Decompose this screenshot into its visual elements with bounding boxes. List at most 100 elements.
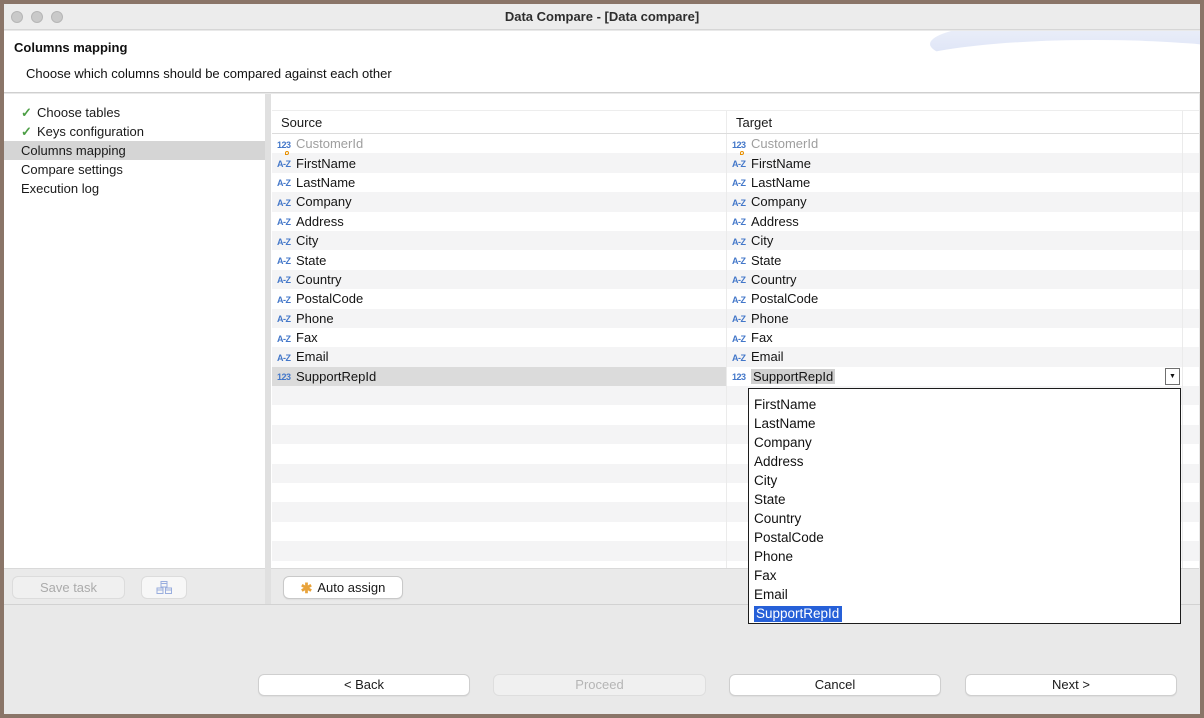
source-cell[interactable]: A-Z Country [272, 270, 727, 289]
mapping-row[interactable]: A-Z Phone A-Z Phone [272, 309, 1199, 328]
dropdown-item-country[interactable]: Country [749, 509, 1180, 528]
target-column-name: CustomerId [751, 136, 818, 151]
type-icon: A-Z [277, 212, 296, 230]
type-icon: A-Z [732, 270, 751, 288]
wizard-header: Columns mapping Choose which columns sho… [4, 31, 1200, 93]
combo-dropdown-button[interactable]: ▼ [1165, 368, 1180, 385]
back-button[interactable]: < Back [258, 674, 470, 696]
target-cell[interactable]: A-Z Company [727, 192, 1183, 211]
wizard-step-keys-configuration[interactable]: ✓ Keys configuration [4, 122, 265, 141]
dropdown-item-city[interactable]: City [749, 471, 1180, 490]
target-cell[interactable]: A-Z State [727, 250, 1183, 269]
target-column-name: SupportRepId [751, 369, 835, 384]
source-cell[interactable]: A-Z FirstName [272, 153, 727, 172]
target-cell[interactable]: A-Z LastName [727, 173, 1183, 192]
task-variables-button[interactable] [141, 576, 187, 599]
save-task-button[interactable]: Save task [12, 576, 125, 599]
source-cell[interactable]: A-Z State [272, 250, 727, 269]
wizard-step-choose-tables[interactable]: ✓ Choose tables [4, 103, 265, 122]
wizard-step-execution-log[interactable]: Execution log [4, 179, 265, 198]
source-cell[interactable]: 123 SupportRepId [272, 367, 727, 386]
filler-cell [1183, 134, 1199, 153]
source-cell[interactable]: A-Z City [272, 231, 727, 250]
dropdown-item-company[interactable]: Company [749, 433, 1180, 452]
type-icon: A-Z [732, 232, 751, 250]
mapping-row[interactable]: A-Z Fax A-Z Fax [272, 328, 1199, 347]
target-cell[interactable]: A-Z Phone [727, 309, 1183, 328]
target-column-name: LastName [751, 175, 810, 190]
mapping-row[interactable]: A-Z City A-Z City [272, 231, 1199, 250]
task-actions-bar: Save task [4, 568, 265, 604]
target-cell[interactable]: A-Z Country [727, 270, 1183, 289]
source-cell[interactable]: A-Z LastName [272, 173, 727, 192]
dropdown-item-fax[interactable]: Fax [749, 566, 1180, 585]
dropdown-item-lastname[interactable]: LastName [749, 414, 1180, 433]
dropdown-item-state[interactable]: State [749, 490, 1180, 509]
source-cell[interactable]: A-Z Address [272, 212, 727, 231]
minimize-window-button[interactable] [31, 11, 43, 23]
target-column-name: FirstName [751, 156, 811, 171]
wizard-steps: ✓ Choose tables ✓ Keys configuration Col… [4, 103, 265, 198]
type-icon: A-Z [732, 251, 751, 269]
dropdown-item-postalcode[interactable]: PostalCode [749, 528, 1180, 547]
proceed-button[interactable]: Proceed [493, 674, 706, 696]
next-button[interactable]: Next > [965, 674, 1177, 696]
mapping-row[interactable]: A-Z LastName A-Z LastName [272, 173, 1199, 192]
filler-column-header [1183, 111, 1199, 133]
target-cell[interactable]: A-Z Fax [727, 328, 1183, 347]
source-cell[interactable]: A-Z PostalCode [272, 289, 727, 308]
dropdown-item-firstname[interactable]: FirstName [749, 395, 1180, 414]
target-cell[interactable]: A-Z PostalCode [727, 289, 1183, 308]
dropdown-item-email[interactable]: Email [749, 585, 1180, 604]
mapping-row[interactable]: A-Z FirstName A-Z FirstName [272, 153, 1199, 172]
wizard-step-columns-mapping[interactable]: Columns mapping [4, 141, 265, 160]
dropdown-partial-item[interactable]: CustomerId [749, 389, 1180, 395]
target-cell[interactable]: 123 SupportRepId ▼ [727, 367, 1183, 386]
source-cell[interactable]: 123 CustomerId [272, 134, 727, 153]
step-label: Choose tables [37, 105, 120, 120]
mapping-row[interactable]: A-Z State A-Z State [272, 250, 1199, 269]
mapping-row[interactable]: A-Z PostalCode A-Z PostalCode [272, 289, 1199, 308]
source-cell[interactable]: A-Z Company [272, 192, 727, 211]
filler-cell [1183, 270, 1199, 289]
wizard-step-compare-settings[interactable]: Compare settings [4, 160, 265, 179]
mapping-row[interactable]: A-Z Company A-Z Company [272, 192, 1199, 211]
type-icon: 123 [732, 367, 751, 385]
window-controls [11, 11, 63, 23]
type-icon: A-Z [732, 309, 751, 327]
mapping-row[interactable]: A-Z Email A-Z Email [272, 347, 1199, 366]
source-column-name: Address [296, 214, 344, 229]
filler-cell [1183, 231, 1199, 250]
target-cell[interactable]: A-Z Address [727, 212, 1183, 231]
mapping-row[interactable]: 123 SupportRepId 123 SupportRepId ▼ [272, 367, 1199, 386]
target-column-name: Email [751, 349, 784, 364]
cancel-button[interactable]: Cancel [729, 674, 941, 696]
filler-cell [1183, 328, 1199, 347]
type-icon: A-Z [277, 290, 296, 308]
mapping-row[interactable]: A-Z Address A-Z Address [272, 212, 1199, 231]
mapping-row[interactable]: A-Z Country A-Z Country [272, 270, 1199, 289]
window-title: Data Compare - [Data compare] [4, 4, 1200, 30]
target-cell[interactable]: A-Z FirstName [727, 153, 1183, 172]
source-column-name: SupportRepId [296, 369, 376, 384]
mapping-row[interactable]: 123 CustomerId 123 CustomerId [272, 134, 1199, 153]
type-icon: A-Z [732, 173, 751, 191]
dropdown-item-phone[interactable]: Phone [749, 547, 1180, 566]
filler-cell [1183, 289, 1199, 308]
maximize-window-button[interactable] [51, 11, 63, 23]
target-cell[interactable]: 123 CustomerId [727, 134, 1183, 153]
target-cell[interactable]: A-Z Email [727, 347, 1183, 366]
target-cell[interactable]: A-Z City [727, 231, 1183, 250]
data-compare-window: Data Compare - [Data compare] Columns ma… [0, 0, 1204, 718]
source-cell[interactable]: A-Z Phone [272, 309, 727, 328]
filler-cell [1183, 173, 1199, 192]
source-cell[interactable]: A-Z Fax [272, 328, 727, 347]
source-cell[interactable]: A-Z Email [272, 347, 727, 366]
auto-assign-button[interactable]: ✱Auto assign [283, 576, 403, 599]
close-window-button[interactable] [11, 11, 23, 23]
dropdown-item-address[interactable]: Address [749, 452, 1180, 471]
filler-cell [1183, 347, 1199, 366]
type-icon: A-Z [732, 290, 751, 308]
source-column-name: FirstName [296, 156, 356, 171]
dropdown-item-supportrepid[interactable]: SupportRepId [749, 604, 1180, 623]
